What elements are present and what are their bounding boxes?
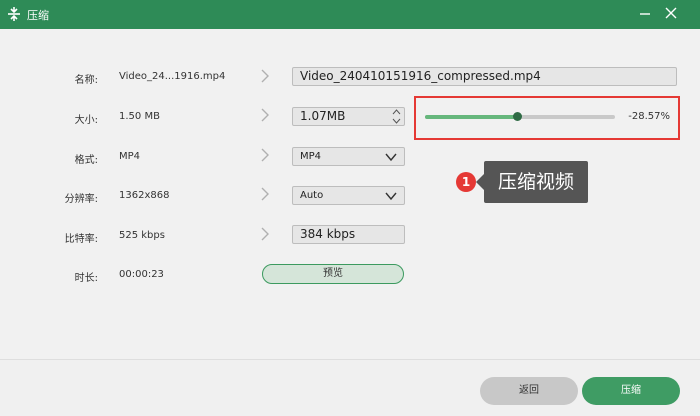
back-button[interactable]: 返回 [480,377,578,405]
format-selected: MP4 [300,151,322,162]
bitrate-label: 比特率: [64,234,98,245]
compression-slider-handle[interactable] [513,112,523,121]
spinner-arrows-icon[interactable] [392,108,401,125]
compression-percent: -28.57% [628,111,670,122]
chevron-down-icon [385,192,397,201]
size-label: 大小: [74,115,98,126]
compress-icon [8,7,20,21]
format-label: 格式: [74,155,98,166]
name-label: 名称: [74,75,98,86]
resolution-label: 分辨率: [64,194,98,205]
annotation-badge: 1 [456,172,476,192]
format-select[interactable]: MP4 [292,147,405,166]
output-size-value: 1.07MB [300,109,346,123]
source-duration: 00:00:23 [119,269,164,280]
minimize-button[interactable] [634,4,656,24]
annotation-tooltip: 压缩视频 [476,161,588,203]
close-icon [665,7,677,19]
footer-divider [0,359,700,360]
source-resolution: 1362x868 [119,190,170,201]
resolution-selected: Auto [300,190,324,201]
preview-button[interactable]: 预览 [262,264,404,284]
chevron-right-icon [261,187,269,201]
chevron-right-icon [261,148,269,162]
source-format: MP4 [119,151,141,162]
compression-slider-box: -28.57% [414,96,680,140]
title-bar: 压缩 [0,0,700,29]
output-size-stepper[interactable]: 1.07MB [292,107,405,126]
resolution-select[interactable]: Auto [292,186,405,205]
settings-panel: 名称: Video_24...1916.mp4 Video_2404101519… [0,29,700,359]
window-title: 压缩 [27,9,49,22]
compress-button[interactable]: 压缩 [582,377,680,405]
chevron-right-icon [261,108,269,122]
output-name-field[interactable]: Video_240410151916_compressed.mp4 [292,67,677,86]
source-name: Video_24...1916.mp4 [119,71,226,82]
chevron-right-icon [261,227,269,241]
compression-slider-fill [425,115,518,119]
minimize-icon [640,13,650,15]
source-bitrate: 525 kbps [119,230,165,241]
chevron-down-icon [385,153,397,162]
chevron-right-icon [261,69,269,83]
source-size: 1.50 MB [119,111,160,122]
output-bitrate-value: 384 kbps [300,227,356,241]
output-bitrate-field[interactable]: 384 kbps [292,225,405,244]
output-name-value: Video_240410151916_compressed.mp4 [300,69,541,83]
duration-label: 时长: [74,273,98,284]
compression-slider-track[interactable] [425,112,615,121]
close-button[interactable] [660,4,682,24]
